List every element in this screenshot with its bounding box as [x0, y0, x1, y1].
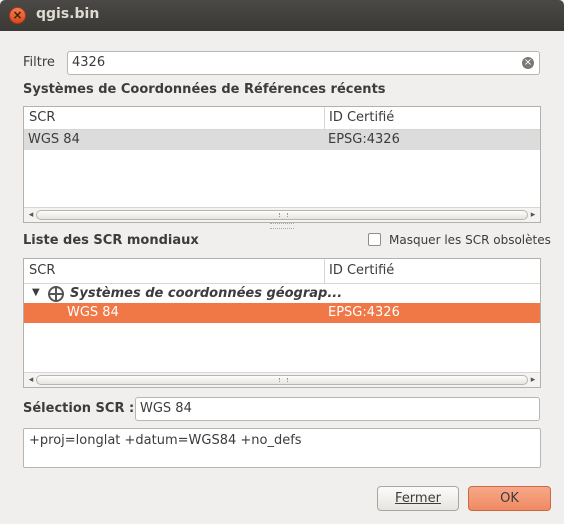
world-heading: Liste des SCR mondiaux	[23, 233, 199, 248]
window-title: qgis.bin	[36, 6, 100, 22]
scroll-right-icon[interactable]: ▸	[527, 374, 539, 386]
world-crs-table: SCR ID Certifié ▼ Systèmes de coordonnée…	[23, 258, 541, 388]
title-bar: × qgis.bin	[0, 0, 564, 31]
grip-icon	[279, 213, 288, 217]
scroll-thumb[interactable]	[36, 375, 528, 385]
ok-button-label: OK	[500, 491, 519, 506]
hide-deprecated-label[interactable]: Masquer les SCR obsolètes	[389, 233, 551, 247]
clear-icon[interactable]: ×	[522, 57, 534, 69]
row-id: EPSG:4326	[328, 305, 400, 320]
globe-icon	[48, 286, 64, 302]
scroll-thumb[interactable]	[36, 210, 528, 220]
table-row[interactable]: WGS 84 EPSG:4326	[24, 130, 540, 150]
row-id: EPSG:4326	[328, 132, 400, 147]
close-button-label: Fermer	[395, 491, 441, 506]
filter-value: 4326	[72, 55, 106, 70]
col-id-header[interactable]: ID Certifié	[329, 110, 394, 125]
column-divider	[324, 259, 325, 283]
row-scr: WGS 84	[67, 305, 119, 320]
hide-deprecated-checkbox[interactable]	[368, 233, 381, 246]
table-row[interactable]: WGS 84 EPSG:4326	[24, 303, 540, 323]
grip-icon	[279, 378, 288, 382]
recent-heading: Systèmes de Coordonnées de Références ré…	[23, 82, 386, 97]
group-label: Systèmes de coordonnées géograp...	[70, 286, 343, 301]
row-scr: WGS 84	[28, 132, 80, 147]
selection-input[interactable]: WGS 84	[135, 397, 540, 421]
proj-string-box[interactable]: +proj=longlat +datum=WGS84 +no_defs	[23, 428, 541, 468]
world-table-header: SCR ID Certifié	[24, 259, 540, 284]
filter-label: Filtre	[23, 55, 55, 70]
recent-table-header: SCR ID Certifié	[24, 107, 540, 130]
splitter-handle[interactable]	[270, 223, 294, 229]
col-scr-header[interactable]: SCR	[29, 110, 55, 125]
col-scr-header[interactable]: SCR	[29, 263, 55, 278]
recent-crs-table: SCR ID Certifié WGS 84 EPSG:4326 ◂ ▸	[23, 106, 541, 223]
horizontal-scrollbar[interactable]: ◂ ▸	[24, 207, 540, 222]
column-divider	[324, 107, 325, 129]
expand-arrow-icon[interactable]: ▼	[32, 287, 40, 298]
col-id-header[interactable]: ID Certifié	[329, 263, 394, 278]
close-button[interactable]: Fermer	[377, 486, 459, 511]
scroll-right-icon[interactable]: ▸	[527, 209, 539, 221]
selection-label: Sélection SCR :	[23, 401, 135, 416]
tree-group-row[interactable]: ▼ Systèmes de coordonnées géograp...	[24, 284, 540, 304]
horizontal-scrollbar[interactable]: ◂ ▸	[24, 372, 540, 387]
filter-input[interactable]: 4326 ×	[67, 51, 540, 75]
close-icon[interactable]: ×	[9, 7, 26, 24]
ok-button[interactable]: OK	[468, 486, 551, 511]
